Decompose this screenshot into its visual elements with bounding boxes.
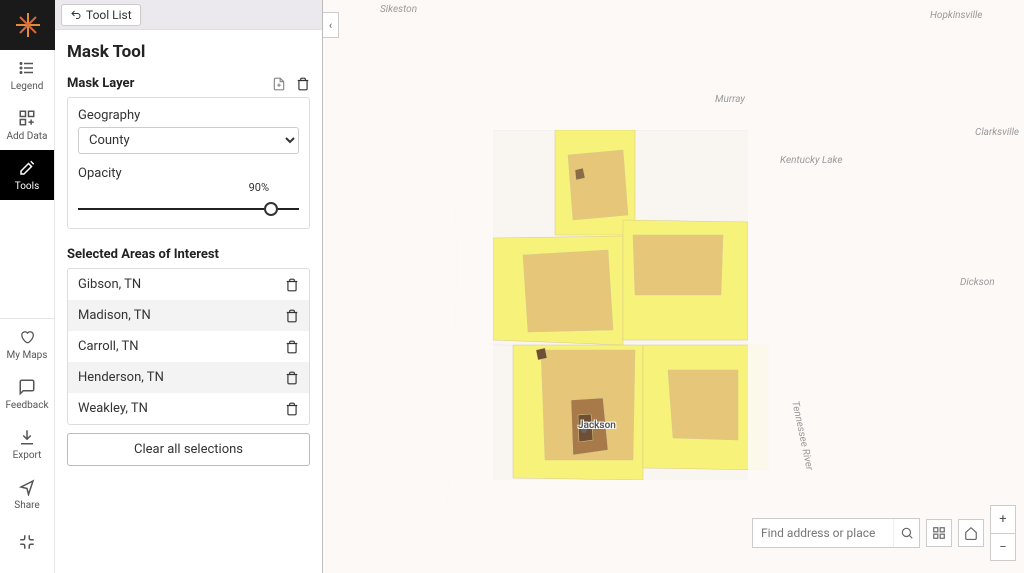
tool-panel: Tool List Mask Tool Mask Layer Geography… [55, 0, 323, 573]
nav-export[interactable]: Export [0, 419, 54, 469]
grid-icon [932, 526, 946, 540]
city-label: Jackson [578, 420, 616, 431]
nav-label: Share [14, 500, 39, 511]
app-logo [0, 0, 55, 50]
tool-list-button[interactable]: Tool List [61, 4, 141, 26]
home-icon [964, 526, 978, 540]
map-place-label: Kentucky Lake [780, 155, 842, 166]
geography-label: Geography [78, 108, 299, 123]
tools-icon [18, 159, 36, 177]
home-button[interactable] [958, 519, 984, 547]
collapse-panel-button[interactable]: ‹ [323, 12, 339, 38]
aoi-header: Selected Areas of Interest [67, 247, 310, 262]
map-place-label: Dickson [960, 277, 995, 288]
aoi-label: Henderson, TN [78, 370, 164, 385]
collapse-icon [18, 533, 36, 551]
nav-label: Tools [15, 181, 39, 192]
opacity-label: Opacity [78, 166, 299, 181]
mask-config-box: Geography County Opacity 90% [67, 97, 310, 229]
nav-label: My Maps [7, 350, 48, 361]
nav-share[interactable]: Share [0, 469, 54, 519]
zoom-out-button[interactable]: − [990, 533, 1016, 561]
heart-icon [18, 328, 36, 346]
map-svg [323, 0, 1024, 573]
panel-title: Mask Tool [67, 42, 310, 62]
trash-icon[interactable] [285, 402, 299, 416]
opacity-slider[interactable] [78, 208, 299, 210]
save-layer-icon[interactable] [272, 77, 286, 91]
mask-layer-header: Mask Layer [67, 76, 134, 91]
nav-legend[interactable]: Legend [0, 50, 54, 100]
map-place-label: Clarksville [975, 127, 1019, 138]
search-input[interactable] [753, 519, 893, 547]
zoom-in-button[interactable]: + [990, 505, 1016, 533]
aoi-label: Gibson, TN [78, 277, 141, 292]
panel-header-bar: Tool List [55, 0, 322, 30]
nav-my-maps[interactable]: My Maps [0, 319, 54, 369]
search-button[interactable] [893, 519, 919, 547]
trash-icon[interactable] [285, 340, 299, 354]
trash-icon[interactable] [296, 77, 310, 91]
download-icon [18, 428, 36, 446]
clear-selections-button[interactable]: Clear all selections [67, 433, 310, 466]
aoi-item: Madison, TN [68, 300, 309, 331]
search-icon [900, 526, 914, 540]
trash-icon[interactable] [285, 278, 299, 292]
aoi-label: Carroll, TN [78, 339, 139, 354]
aoi-item: Carroll, TN [68, 331, 309, 362]
search-box [752, 518, 920, 548]
aoi-item: Henderson, TN [68, 362, 309, 393]
nav-label: Add Data [7, 131, 48, 142]
map-place-label: Sikeston [380, 4, 417, 15]
share-icon [18, 478, 36, 496]
chat-icon [18, 378, 36, 396]
undo-icon [70, 9, 82, 21]
nav-label: Feedback [5, 400, 48, 411]
trash-icon[interactable] [285, 371, 299, 385]
map-place-label: Murray [715, 94, 745, 105]
basemap-button[interactable] [926, 519, 952, 547]
aoi-list: Gibson, TN Madison, TN Carroll, TN Hende… [67, 268, 310, 425]
nav-label: Legend [11, 81, 44, 92]
nav-tools[interactable]: Tools [0, 150, 54, 200]
left-nav: Legend Add Data Tools My Maps Feedback [0, 0, 55, 573]
legend-icon [18, 59, 36, 77]
tool-list-label: Tool List [86, 8, 132, 22]
map-canvas[interactable]: ‹ Jackson + − SikestonHopkinsvilleMurra [323, 0, 1024, 573]
aoi-label: Madison, TN [78, 308, 151, 323]
trash-icon[interactable] [285, 309, 299, 323]
aoi-item: Gibson, TN [68, 269, 309, 300]
nav-fullscreen[interactable] [0, 519, 54, 569]
opacity-value: 90% [249, 181, 269, 194]
nav-label: Export [13, 450, 42, 461]
add-data-icon [18, 109, 36, 127]
geography-select[interactable]: County [78, 127, 299, 154]
map-place-label: Hopkinsville [930, 10, 982, 21]
aoi-label: Weakley, TN [78, 401, 148, 416]
nav-feedback[interactable]: Feedback [0, 369, 54, 419]
map-controls: + − [752, 505, 1016, 561]
aoi-item: Weakley, TN [68, 393, 309, 424]
nav-add-data[interactable]: Add Data [0, 100, 54, 150]
